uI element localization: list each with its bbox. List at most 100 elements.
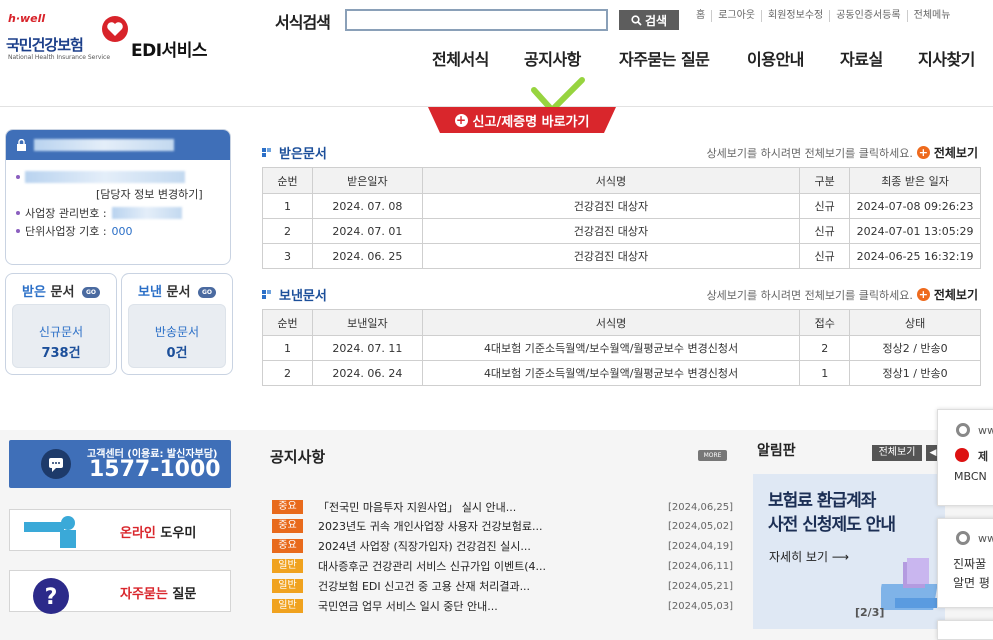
change-manager-link[interactable]: [담당자 정보 변경하기] bbox=[16, 186, 220, 204]
money-card-illustration-icon bbox=[881, 558, 939, 610]
notification-popup-1[interactable]: ww 제 MBCN bbox=[937, 409, 993, 506]
gnb-archive[interactable]: 자료실 bbox=[840, 46, 883, 70]
table-row[interactable]: 1 2024. 07. 08 건강검진 대상자 신규 2024-07-08 09:26:… bbox=[262, 193, 981, 219]
list-item[interactable]: 일반 건강보험 EDI 신고건 중 고용 산재 처리결과... [2024,05… bbox=[272, 577, 734, 595]
list-item[interactable]: 중요 2024년 사업장 (직장가입자) 건강검진 실시... [2024,04… bbox=[272, 537, 733, 555]
gnb-guide[interactable]: 이용안내 bbox=[747, 46, 804, 70]
report-shortcut-button[interactable]: + 신고/제증명 바로가기 bbox=[428, 107, 616, 135]
logo-engname: National Health Insurance Service bbox=[8, 54, 111, 61]
list-item[interactable]: 일반 국민연금 업무 서비스 일시 중단 안내... [2024,05,03] bbox=[272, 597, 734, 615]
go-icon[interactable]: GO bbox=[197, 287, 216, 298]
faq-button[interactable]: ? 자주묻는 질문 bbox=[9, 570, 231, 614]
received-docs-box[interactable]: 받은 문서 GO 신규문서 738건 bbox=[5, 273, 117, 375]
go-icon[interactable]: GO bbox=[81, 287, 100, 298]
list-item[interactable]: 일반 대사증후군 건강관리 서비스 신규가입 이벤트(4... [2024,06… bbox=[272, 557, 734, 575]
util-edit-profile[interactable]: 회원정보수정 bbox=[761, 10, 829, 22]
user-info-body: [담당자 정보 변경하기] 사업장 관리번호 : 단위사업장 기호 : 000 bbox=[6, 160, 230, 248]
user-info-header bbox=[6, 130, 230, 160]
call-center-banner[interactable]: 고객센터 (이용료: 발신자부담) 1577-1000 bbox=[9, 440, 231, 488]
received-docs-summary[interactable]: 신규문서 738건 bbox=[12, 304, 110, 368]
notification-popup-3[interactable] bbox=[937, 620, 993, 640]
online-helper-button[interactable]: 온라인 도우미 bbox=[9, 509, 231, 551]
notice-date: [2024,05,03] bbox=[668, 600, 734, 612]
notice-title[interactable]: 대사증후군 건강관리 서비스 신규가입 이벤트(4... bbox=[318, 558, 668, 574]
sent-docs-summary[interactable]: 반송문서 0건 bbox=[128, 304, 226, 368]
notice-date: [2024,05,21] bbox=[668, 580, 734, 592]
bullet-icon bbox=[16, 211, 20, 215]
call-center-number: 1577-1000 bbox=[89, 457, 221, 482]
workplace-blurred bbox=[111, 207, 182, 219]
received-docs-sub: 신규문서 bbox=[38, 325, 84, 339]
unit-value: 000 bbox=[111, 224, 133, 238]
sent-docs-box[interactable]: 보낸 문서 GO 반송문서 0건 bbox=[121, 273, 233, 375]
faq-label: 자주묻는 질문 bbox=[120, 587, 197, 602]
logo-korname: 국민건강보험 bbox=[6, 36, 84, 54]
notice-title[interactable]: 국민연금 업무 서비스 일시 중단 안내... bbox=[318, 598, 668, 614]
notices-more-button[interactable]: MORE bbox=[698, 450, 727, 461]
col-header: 상태 bbox=[849, 309, 981, 336]
received-docs-table: 순번 받은일자 서식명 구분 최종 받은 일자 1 2024. 07. 08 건강검… bbox=[262, 167, 981, 269]
notice-date: [2024,06,11] bbox=[668, 560, 734, 572]
sent-docs-count: 0건 bbox=[166, 346, 188, 361]
logo[interactable]: h·well 국민건강보험 National Health Insurance … bbox=[6, 12, 226, 72]
util-logout[interactable]: 로그아웃 bbox=[711, 10, 761, 22]
sent-docs-hint: 상세보기를 하시려면 전체보기를 클릭하세요. + 전체보기 bbox=[706, 286, 978, 303]
list-item[interactable]: 중요 2023년도 귀속 개인사업장 사용자 건강보험료... [2024,05… bbox=[272, 517, 733, 535]
heart-logo-icon bbox=[102, 16, 128, 42]
col-header: 구분 bbox=[799, 167, 851, 194]
sent-docs-section-title: 보낸문서 bbox=[262, 285, 327, 304]
sent-docs-title: 보낸 문서 GO bbox=[122, 281, 232, 300]
table-header-row: 순번 보낸일자 서식명 접수 상태 bbox=[262, 309, 981, 336]
col-header: 서식명 bbox=[421, 167, 801, 194]
gnb-all-forms[interactable]: 전체서식 bbox=[432, 46, 489, 70]
gnb-faq[interactable]: 자주묻는 질문 bbox=[619, 46, 710, 70]
notice-badge: 중요 bbox=[272, 539, 303, 553]
helper-person-icon bbox=[24, 516, 76, 548]
util-home[interactable]: 홈 bbox=[690, 10, 711, 22]
user-name-blurred bbox=[34, 139, 174, 151]
report-shortcut-label-wrap: + 신고/제증명 바로가기 bbox=[428, 107, 616, 133]
manager-row bbox=[16, 168, 220, 186]
list-item[interactable]: 중요 「전국민 마음투자 지원사업」 실시 안내... [2024,06,25] bbox=[272, 498, 733, 516]
received-view-all-link[interactable]: 전체보기 bbox=[934, 144, 978, 161]
notice-title[interactable]: 2024년 사업장 (직장가입자) 건강검진 실시... bbox=[318, 538, 668, 554]
table-row[interactable]: 2 2024. 07. 01 건강검진 대상자 신규 2024-07-01 13:05:… bbox=[262, 218, 981, 244]
notice-title[interactable]: 건강보험 EDI 신고건 중 고용 산재 처리결과... bbox=[318, 578, 668, 594]
plus-icon: + bbox=[916, 288, 930, 301]
arrow-right-icon: ⟶ bbox=[831, 550, 850, 564]
gnb-notices[interactable]: 공지사항 bbox=[524, 46, 581, 70]
popup1-title: 제 bbox=[978, 450, 989, 463]
notice-badge: 일반 bbox=[272, 579, 303, 593]
notice-badge: 중요 bbox=[272, 500, 303, 514]
sent-view-all-link[interactable]: 전체보기 bbox=[934, 286, 978, 303]
lock-icon bbox=[17, 139, 26, 151]
banner-headline: 보험료 환급계좌 사전 신청제도 안내 bbox=[768, 491, 896, 535]
table-header-row: 순번 받은일자 서식명 구분 최종 받은 일자 bbox=[262, 167, 981, 194]
board-view-all-button[interactable]: 전체보기 bbox=[872, 445, 922, 461]
notice-title[interactable]: 「전국민 마음투자 지원사업」 실시 안내... bbox=[318, 499, 668, 515]
col-header: 최종 받은 일자 bbox=[849, 167, 981, 194]
logo-edi: EDI서비스 bbox=[131, 41, 207, 61]
table-row[interactable]: 2 2024. 06. 24 4대보험 기준소득월액/보수월액/월평균보수 변경신청… bbox=[262, 360, 981, 386]
col-header: 서식명 bbox=[421, 309, 801, 336]
workplace-row: 사업장 관리번호 : bbox=[16, 204, 220, 222]
notice-title[interactable]: 2023년도 귀속 개인사업장 사용자 건강보험료... bbox=[318, 518, 668, 534]
util-all-menu[interactable]: 전체메뉴 bbox=[906, 10, 957, 22]
logo-hwell: h·well bbox=[8, 12, 46, 25]
sent-docs-sub: 반송문서 bbox=[154, 325, 200, 339]
table-row[interactable]: 3 2024. 06. 25 건강검진 대상자 신규 2024-06-25 16:32:… bbox=[262, 243, 981, 269]
search-input[interactable] bbox=[345, 9, 608, 31]
table-row[interactable]: 1 2024. 07. 11 4대보험 기준소득월액/보수월액/월평균보수 변경신청… bbox=[262, 335, 981, 361]
record-dot-icon bbox=[955, 448, 969, 462]
board-banner[interactable]: 보험료 환급계좌 사전 신청제도 안내 자세히 보기 ⟶ [2/3] bbox=[753, 474, 945, 629]
util-register-cert[interactable]: 공동인증서등록 bbox=[829, 10, 906, 22]
gnb-branch-finder[interactable]: 지사찾기 bbox=[918, 46, 975, 70]
search-button[interactable]: 검색 bbox=[619, 10, 679, 30]
popup1-text: MBCN bbox=[954, 470, 987, 483]
question-mark-icon: ? bbox=[33, 578, 69, 614]
banner-more-link[interactable]: 자세히 보기 ⟶ bbox=[769, 548, 849, 565]
notification-popup-2[interactable]: ww 진짜꿀 알면 평 bbox=[937, 518, 993, 608]
popup1-url: ww bbox=[978, 424, 993, 437]
sent-docs-table: 순번 보낸일자 서식명 접수 상태 1 2024. 07. 11 4대보험 기준소득… bbox=[262, 309, 981, 386]
notice-badge: 중요 bbox=[272, 519, 303, 533]
